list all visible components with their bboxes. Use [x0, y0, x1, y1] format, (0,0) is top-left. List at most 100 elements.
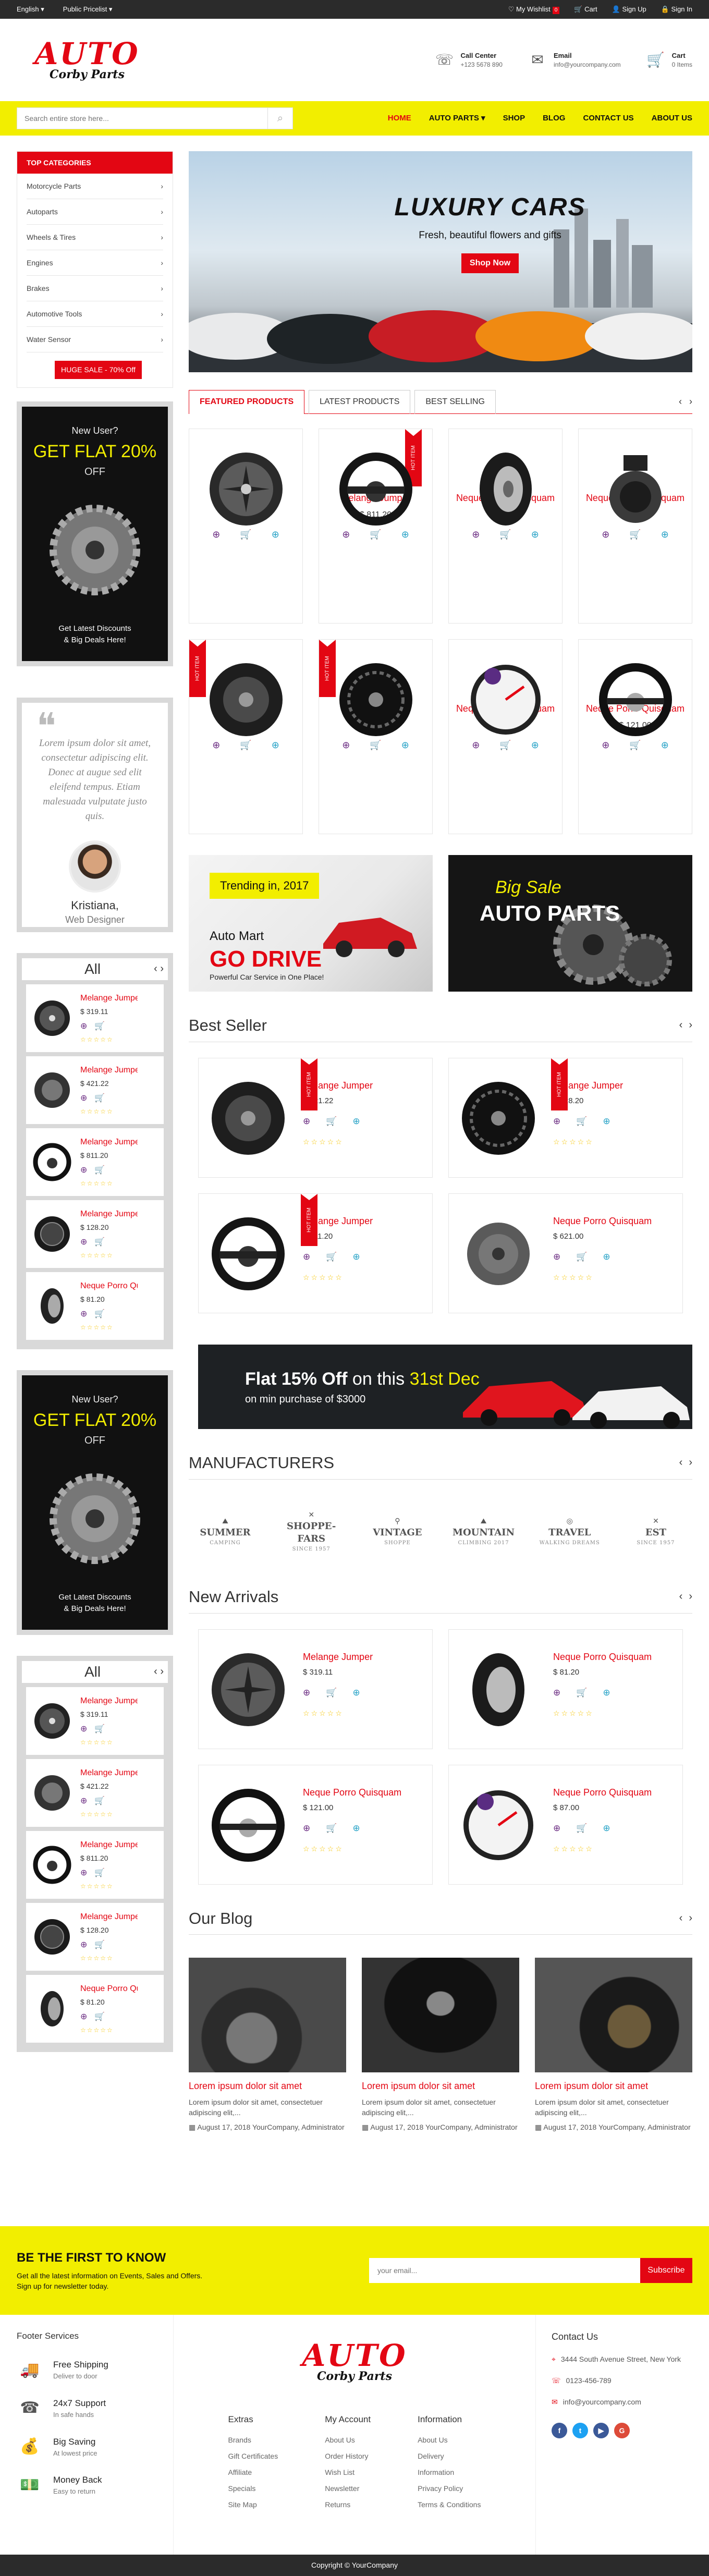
category-item[interactable]: Automotive Tools ›: [27, 301, 163, 327]
blog-image[interactable]: [189, 1958, 346, 2073]
cart-icon[interactable]: 🛒: [370, 739, 381, 751]
zoom-icon[interactable]: ⊕: [303, 1823, 310, 1835]
cart-icon[interactable]: 🛒: [326, 1251, 337, 1263]
quick-view-icon[interactable]: ⊕: [401, 739, 409, 751]
footer-link[interactable]: About Us: [418, 2435, 481, 2445]
next-arrow-icon[interactable]: ›: [160, 963, 164, 974]
brand-logo[interactable]: ⚲ VINTAGE SHOPPE: [366, 1500, 429, 1563]
product-card[interactable]: Neque Porro Quisquam$ 87.00⊕🛒⊕: [448, 639, 563, 834]
cart-icon[interactable]: 🛒: [629, 739, 641, 751]
quick-view-icon[interactable]: ⊕: [272, 528, 279, 541]
product-card[interactable]: HOT ITEM Melange Jumper $ 811.20 ⊕ 🛒 ⊕ ☆☆☆☆☆: [198, 1193, 433, 1313]
category-item[interactable]: Motorcycle Parts ›: [27, 174, 163, 199]
zoom-icon[interactable]: ⊕: [342, 739, 350, 751]
wishlist-link[interactable]: ♡ My Wishlist 0: [508, 5, 560, 14]
product-card[interactable]: HOT ITEM Melange Jumper $ 128.20 ⊕ 🛒 ⊕ ☆☆☆☆☆: [448, 1057, 683, 1178]
product-card[interactable]: HOT ITEMMelange Jumper$ 128.20⊕🛒⊕: [319, 639, 433, 834]
cart-icon[interactable]: 🛒: [629, 528, 641, 541]
zoom-icon[interactable]: ⊕: [553, 1823, 560, 1835]
product-card[interactable]: HOT ITEM Melange Jumper $ 811.20 ⊕ 🛒 ⊕: [319, 429, 433, 624]
product-card[interactable]: Neque Porro Quisquam$ 89.00⊕🛒⊕: [578, 429, 692, 624]
product-card[interactable]: Melange Jumper$ 319.11⊕🛒⊕: [189, 429, 303, 624]
prev-arrow-icon[interactable]: ‹: [679, 1018, 683, 1032]
header-cart[interactable]: 🛒 Cart 0 Items: [646, 50, 692, 70]
promo-banner[interactable]: New User? GET FLAT 20% OFF Get Latest Di…: [17, 1370, 173, 1635]
cart-icon[interactable]: 🛒: [326, 1687, 337, 1699]
mini-product[interactable]: Melange Jumper $ 811.20 ⊕ 🛒 ☆☆☆☆☆: [26, 1830, 164, 1899]
next-arrow-icon[interactable]: ›: [689, 395, 692, 408]
quick-view-icon[interactable]: ⊕: [531, 739, 539, 751]
contact-email[interactable]: ✉ info@yourcompany.com: [552, 2397, 692, 2407]
footer-link[interactable]: Site Map: [228, 2500, 278, 2510]
mini-product[interactable]: Melange Jumper $ 421.22 ⊕ 🛒 ☆☆☆☆☆: [26, 1759, 164, 1827]
zoom-icon[interactable]: ⊕: [342, 528, 350, 541]
cart-icon[interactable]: 🛒: [240, 739, 251, 751]
product-card[interactable]: Neque Porro Quisquam $ 121.00 ⊕ 🛒 ⊕ ☆☆☆☆☆: [198, 1764, 433, 1885]
cart-icon[interactable]: 🛒: [326, 1823, 337, 1835]
zoom-icon[interactable]: ⊕: [80, 1021, 87, 1032]
zoom-icon[interactable]: ⊕: [553, 1251, 560, 1263]
footer-link[interactable]: Terms & Conditions: [418, 2500, 481, 2510]
zoom-icon[interactable]: ⊕: [80, 1939, 87, 1951]
product-card[interactable]: HOT ITEM Melange Jumper $ 421.22 ⊕ 🛒 ⊕ ☆☆☆☆☆: [198, 1057, 433, 1178]
quick-view-icon[interactable]: ⊕: [603, 1251, 610, 1263]
cart-icon[interactable]: 🛒: [94, 1939, 105, 1951]
footer-link[interactable]: About Us: [325, 2435, 371, 2445]
zoom-icon[interactable]: ⊕: [472, 528, 480, 541]
footer-link[interactable]: Returns: [325, 2500, 371, 2510]
blog-image[interactable]: [362, 1958, 519, 2073]
hero-slider[interactable]: LUXURY CARS Fresh, beautiful flowers and…: [189, 151, 692, 372]
mini-product[interactable]: Melange Jumper $ 319.11 ⊕ 🛒 ☆☆☆☆☆: [26, 1687, 164, 1755]
mini-product[interactable]: Melange Jumper $ 811.20 ⊕ 🛒 ☆☆☆☆☆: [26, 1128, 164, 1196]
cart-icon[interactable]: 🛒: [94, 1724, 105, 1735]
cart-icon[interactable]: 🛒: [94, 2011, 105, 2023]
cart-icon[interactable]: 🛒: [94, 1237, 105, 1248]
blog-post[interactable]: Lorem ipsum dolor sit amet Lorem ipsum do…: [189, 1958, 346, 2132]
product-card[interactable]: Neque Porro Quisquam $ 81.20 ⊕ 🛒 ⊕ ☆☆☆☆☆: [448, 1629, 683, 1749]
product-card[interactable]: HOT ITEMMelange Jumper$ 421.22⊕🛒⊕: [189, 639, 303, 834]
nav-about-us[interactable]: ABOUT US: [652, 113, 692, 124]
cart-icon[interactable]: 🛒: [576, 1823, 587, 1835]
zoom-icon[interactable]: ⊕: [80, 1724, 87, 1735]
search-button[interactable]: ⌕: [267, 108, 292, 129]
category-item[interactable]: Water Sensor ›: [27, 327, 163, 352]
zoom-icon[interactable]: ⊕: [80, 1867, 87, 1879]
shop-now-button[interactable]: Shop Now: [461, 253, 519, 274]
quick-view-icon[interactable]: ⊕: [352, 1116, 360, 1128]
zoom-icon[interactable]: ⊕: [80, 1309, 87, 1320]
cart-icon[interactable]: 🛒: [94, 1309, 105, 1320]
flat-discount-banner[interactable]: Flat 15% Off on this 31st Dec on min pur…: [198, 1344, 692, 1429]
footer-link[interactable]: Brands: [228, 2435, 278, 2445]
next-arrow-icon[interactable]: ›: [689, 1456, 692, 1470]
signin-link[interactable]: 🔒 Sign In: [661, 5, 692, 14]
category-item[interactable]: Autoparts ›: [27, 199, 163, 225]
quick-view-icon[interactable]: ⊕: [352, 1823, 360, 1835]
subscribe-button[interactable]: Subscribe: [640, 2258, 692, 2283]
brand-logo[interactable]: ✕ EST SINCE 1957: [625, 1500, 687, 1563]
mini-product[interactable]: Melange Jumper $ 128.20 ⊕ 🛒 ☆☆☆☆☆: [26, 1200, 164, 1268]
zoom-icon[interactable]: ⊕: [553, 1116, 560, 1128]
footer-link[interactable]: Gift Certificates: [228, 2451, 278, 2461]
newsletter-email-input[interactable]: [369, 2258, 640, 2283]
quick-view-icon[interactable]: ⊕: [352, 1251, 360, 1263]
zoom-icon[interactable]: ⊕: [303, 1687, 310, 1699]
cart-icon[interactable]: 🛒: [94, 1796, 105, 1807]
quick-view-icon[interactable]: ⊕: [272, 739, 279, 751]
zoom-icon[interactable]: ⊕: [212, 528, 220, 541]
language-selector[interactable]: English ▾: [17, 5, 44, 14]
blog-post[interactable]: Lorem ipsum dolor sit amet Lorem ipsum do…: [535, 1958, 692, 2132]
huge-sale-button[interactable]: HUGE SALE - 70% Off: [55, 361, 142, 379]
promo-banner[interactable]: New User? GET FLAT 20% OFF Get Latest Di…: [17, 401, 173, 666]
blog-image[interactable]: [535, 1958, 692, 2073]
zoom-icon[interactable]: ⊕: [303, 1251, 310, 1263]
cart-icon[interactable]: 🛒: [370, 528, 381, 541]
quick-view-icon[interactable]: ⊕: [661, 528, 669, 541]
footer-link[interactable]: Information: [418, 2468, 481, 2477]
zoom-icon[interactable]: ⊕: [553, 1687, 560, 1699]
tab-featured-products[interactable]: FEATURED PRODUCTS: [189, 389, 305, 414]
quick-view-icon[interactable]: ⊕: [531, 528, 539, 541]
google-plus-icon[interactable]: G: [614, 2422, 630, 2438]
footer-link[interactable]: Specials: [228, 2484, 278, 2494]
zoom-icon[interactable]: ⊕: [303, 1116, 310, 1128]
product-card[interactable]: Neque Porro Quisquam$ 81.20⊕🛒⊕: [448, 429, 563, 624]
